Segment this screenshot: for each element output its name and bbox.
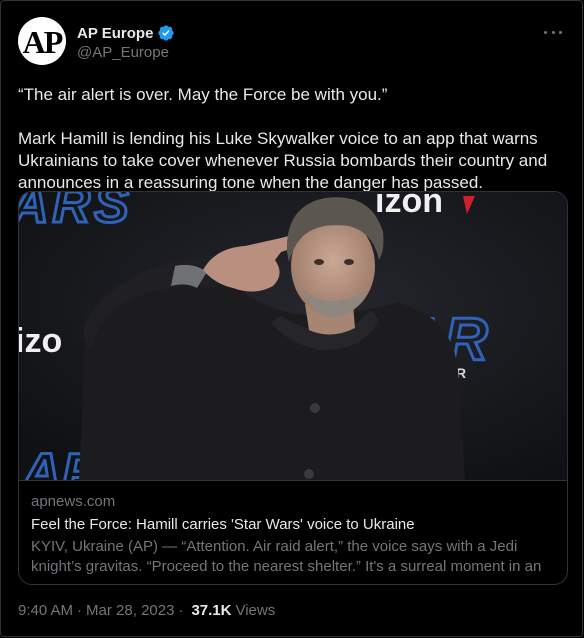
views-count[interactable]: 37.1K	[191, 602, 231, 619]
avatar[interactable]: AP	[18, 17, 66, 65]
more-horizontal-icon[interactable]	[544, 23, 562, 41]
tweet-card: AP AP Europe @AP_Europe “The air alert i…	[0, 0, 583, 637]
backdrop-text: izon	[375, 192, 443, 220]
author-name[interactable]: AP Europe	[77, 25, 153, 42]
tweet-text: “The air alert is over. May the Force be…	[18, 84, 568, 194]
tweet-paragraph: “The air alert is over. May the Force be…	[18, 85, 388, 104]
author-handle[interactable]: @AP_Europe	[77, 44, 169, 61]
tweet-time[interactable]: 9:40 AM	[18, 602, 73, 619]
views-label: Views	[235, 602, 276, 619]
more-dot	[551, 30, 555, 34]
link-domain: apnews.com	[31, 493, 116, 510]
more-dot	[559, 30, 562, 34]
author-name-row[interactable]: AP Europe	[77, 24, 175, 42]
avatar-logo-text: AP	[22, 23, 64, 60]
link-description: KYIV, Ukraine (AP) — “Attention. Air rai…	[31, 538, 542, 584]
backdrop-text: ARS	[19, 192, 133, 234]
meta-separator: ·	[178, 602, 184, 619]
photo-illustration: ARS izon izo AR LKER AR	[19, 192, 567, 480]
verified-badge-icon	[158, 25, 175, 41]
link-preview-image: ARS izon izo AR LKER AR	[19, 192, 567, 480]
link-title: Feel the Force: Hamill carries 'Star War…	[31, 516, 415, 533]
tweet-paragraph: Mark Hamill is lending his Luke Skywalke…	[18, 129, 548, 192]
link-preview-info: apnews.com Feel the Force: Hamill carrie…	[19, 480, 567, 584]
meta-separator: ·	[77, 602, 83, 619]
tweet-date[interactable]: Mar 28, 2023	[86, 602, 174, 619]
backdrop-text: izo	[19, 322, 62, 360]
tweet-meta: 9:40 AM · Mar 28, 2023 · 37.1K Views	[18, 602, 275, 619]
more-dot	[544, 30, 547, 34]
link-preview-card[interactable]: ARS izon izo AR LKER AR	[18, 191, 568, 585]
